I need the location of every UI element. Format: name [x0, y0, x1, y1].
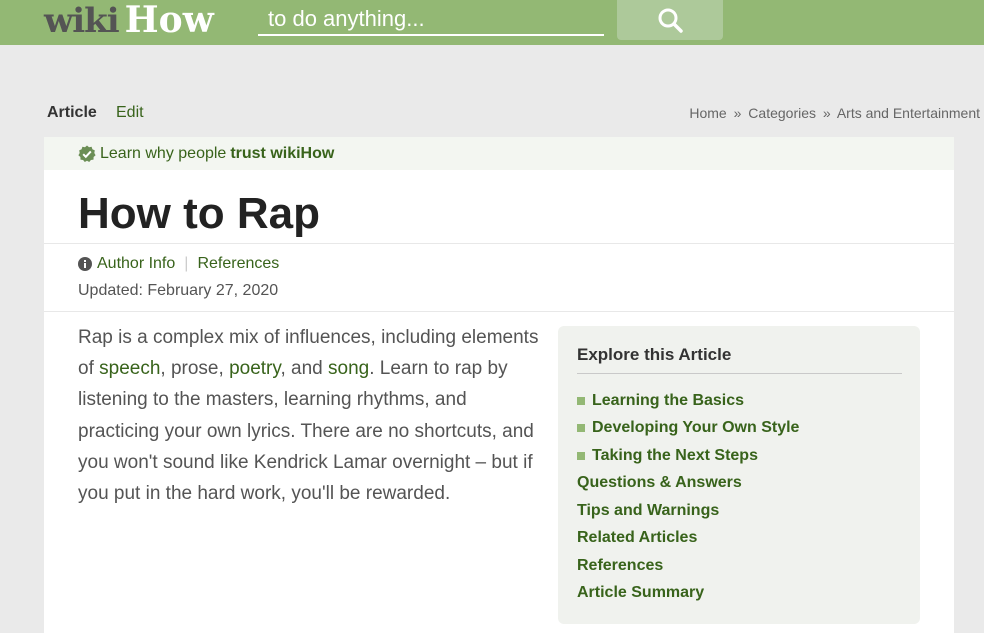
intro-text: , and [280, 358, 329, 380]
toc-item-developing-your-own-style[interactable]: Developing Your Own Style [577, 415, 902, 443]
trust-bar[interactable]: Learn why people trust wikiHow [44, 137, 954, 170]
page-title: How to Rap [78, 189, 320, 238]
article-card: Learn why people trust wikiHow How to Ra… [44, 137, 954, 633]
breadcrumb-separator: » [822, 105, 831, 121]
divider [44, 311, 954, 312]
intro-text: . Learn to rap by listening to the maste… [78, 358, 534, 505]
author-info-link[interactable]: Author Info [97, 255, 175, 273]
link-song[interactable]: song [328, 358, 369, 379]
toc-list: Learning the Basics Developing Your Own … [577, 387, 902, 607]
trust-text: Learn why people [100, 144, 227, 162]
logo-how-text: How [124, 0, 214, 41]
tab-article[interactable]: Article [47, 104, 97, 122]
breadcrumb-arts-and-entertainment[interactable]: Arts and Entertainment [837, 105, 980, 121]
search-input[interactable] [258, 4, 604, 34]
toc-item-related-articles[interactable]: Related Articles [577, 525, 902, 553]
toc-item-label: References [577, 556, 664, 574]
toc-item-label: Learning the Basics [592, 391, 745, 409]
toc-item-label: Taking the Next Steps [592, 446, 758, 464]
intro-text: , prose, [160, 358, 230, 380]
toc-item-article-summary[interactable]: Article Summary [577, 580, 902, 608]
trust-link[interactable]: trust wikiHow [230, 145, 334, 163]
logo-wiki-text: wiki [44, 1, 120, 41]
references-link[interactable]: References [197, 255, 279, 273]
toc-item-taking-the-next-steps[interactable]: Taking the Next Steps [577, 442, 902, 470]
toc-item-tips-and-warnings[interactable]: Tips and Warnings [577, 497, 902, 525]
breadcrumb-categories[interactable]: Categories [748, 105, 816, 121]
verified-check-icon [78, 145, 96, 163]
updated-date: Updated: February 27, 2020 [78, 282, 279, 299]
toc-item-label: Tips and Warnings [577, 501, 720, 519]
search-button[interactable] [617, 0, 723, 40]
toc-item-label: Developing Your Own Style [592, 419, 800, 437]
toc-bullet-icon [577, 424, 585, 433]
link-poetry[interactable]: poetry [229, 358, 280, 379]
article-meta-links: Author Info | References [78, 255, 279, 273]
breadcrumb-separator: » [733, 105, 742, 121]
search-icon [657, 7, 683, 33]
toc-bullet-icon [577, 451, 585, 460]
info-icon [78, 257, 92, 271]
wikihow-logo[interactable]: wiki How [44, 0, 214, 41]
breadcrumb-home[interactable]: Home [689, 105, 726, 121]
link-speech[interactable]: speech [99, 358, 160, 379]
meta-separator: | [184, 255, 189, 272]
toc-title: Explore this Article [577, 345, 902, 374]
intro-paragraph: Rap is a complex mix of influences, incl… [78, 322, 540, 509]
toc-item-label: Questions & Answers [577, 474, 742, 492]
search-box [258, 4, 604, 36]
table-of-contents: Explore this Article Learning the Basics… [558, 326, 920, 624]
breadcrumb: Home » Categories » Arts and Entertainme… [689, 105, 980, 121]
site-header: wiki How [0, 0, 984, 45]
tab-edit[interactable]: Edit [116, 104, 144, 122]
toc-bullet-icon [577, 396, 585, 405]
toc-item-label: Related Articles [577, 529, 698, 547]
toc-item-learning-the-basics[interactable]: Learning the Basics [577, 387, 902, 415]
toc-item-label: Article Summary [577, 584, 705, 602]
divider [44, 243, 954, 244]
toc-item-references[interactable]: References [577, 552, 902, 580]
toc-item-questions-answers[interactable]: Questions & Answers [577, 470, 902, 498]
